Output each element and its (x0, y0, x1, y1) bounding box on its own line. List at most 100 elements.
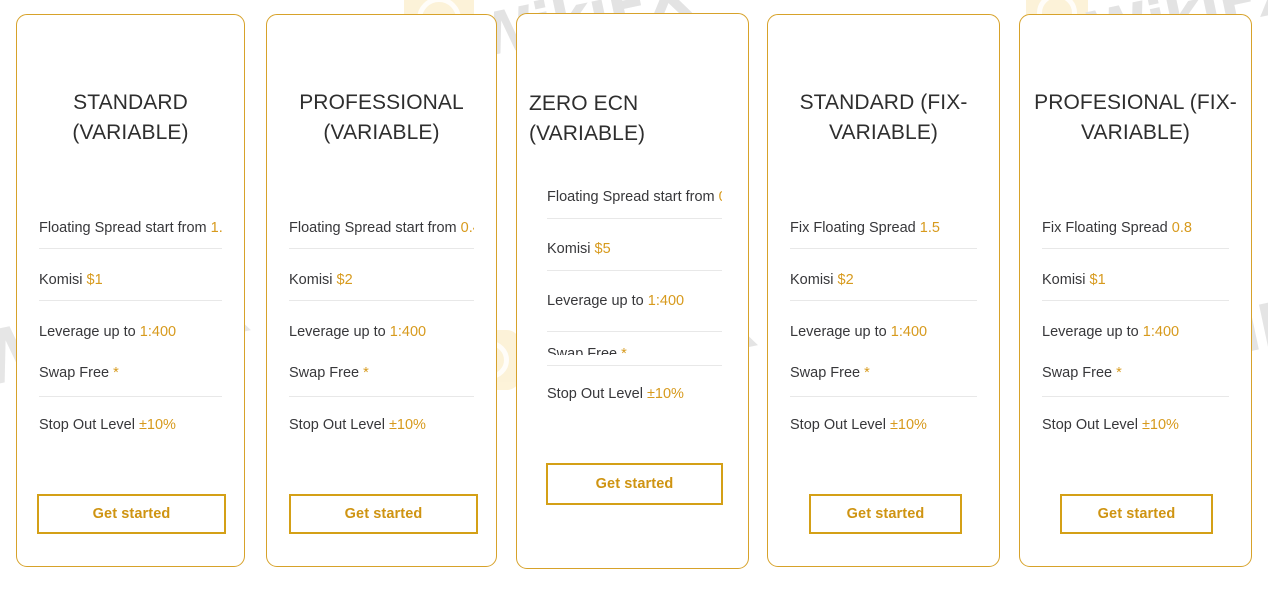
pricing-feature-row: Komisi $1 (39, 270, 222, 290)
pricing-card-title: ZERO ECN (VARIABLE) (529, 92, 646, 145)
pricing-feature-asterisk: * (864, 365, 870, 381)
pricing-feature-divider (289, 300, 474, 301)
pricing-feature-asterisk: * (113, 365, 119, 381)
pricing-feature-label: Leverage up to (1042, 324, 1139, 340)
pricing-feature-label: Stop Out Level (39, 417, 135, 433)
pricing-feature-divider (547, 270, 722, 271)
pricing-feature-row: Komisi $5 (547, 239, 722, 259)
pricing-feature-row: Swap Free * (547, 344, 722, 355)
pricing-feature-label: Swap Free (1042, 365, 1113, 381)
get-started-button[interactable]: Get started (809, 494, 962, 534)
pricing-card-body: STANDARD (FIX-VARIABLE) Fix Floating Spre… (768, 15, 999, 566)
pricing-feature-row: Stop Out Level ±10% (547, 384, 722, 404)
pricing-feature-row: Stop Out Level ±10% (790, 415, 977, 435)
pricing-card-title: STANDARD (FIX-VARIABLE) (799, 91, 968, 144)
pricing-feature-label: Swap Free (790, 365, 861, 381)
pricing-card-body: PROFESIONAL (FIX-VARIABLE) Fix Floating S… (1020, 15, 1251, 566)
pricing-feature-value: ±10% (388, 417, 426, 433)
pricing-feature-value: 0 (719, 189, 722, 205)
pricing-feature-row: Stop Out Level ±10% (1042, 415, 1229, 435)
pricing-cards-container: STANDARD (VARIABLE) Floating Spread start… (0, 0, 1268, 593)
pricing-feature-label: Swap Free (289, 365, 360, 381)
pricing-feature-label: Komisi (39, 272, 83, 288)
pricing-feature-value: 1:400 (1142, 324, 1180, 340)
pricing-feature-row: Leverage up to 1:400 (1042, 322, 1229, 342)
pricing-feature-row: Komisi $2 (289, 270, 474, 290)
pricing-feature-row: Swap Free * (289, 363, 474, 383)
pricing-feature-value: ±10% (889, 417, 927, 433)
pricing-feature-row: Stop Out Level ±10% (39, 415, 222, 435)
pricing-feature-label: Floating Spread start from (39, 220, 207, 236)
pricing-feature-label: Floating Spread start from (289, 220, 457, 236)
pricing-feature-label: Leverage up to (547, 293, 644, 309)
pricing-feature-value: ±10% (138, 417, 176, 433)
pricing-feature-row: Leverage up to 1:400 (547, 291, 722, 311)
get-started-button[interactable]: Get started (546, 463, 723, 505)
pricing-card-body: ZERO ECN (VARIABLE) Floating Spread start… (517, 14, 748, 568)
pricing-feature-divider (790, 248, 977, 249)
pricing-feature-divider (39, 300, 222, 301)
pricing-card: PROFESSIONAL (VARIABLE) Floating Spread s… (266, 14, 497, 567)
pricing-feature-row: Leverage up to 1:400 (39, 322, 222, 342)
pricing-feature-row: Leverage up to 1:400 (289, 322, 474, 342)
pricing-feature-row: Komisi $2 (790, 270, 977, 290)
pricing-feature-divider (547, 331, 722, 332)
pricing-feature-value: $5 (594, 241, 611, 257)
pricing-feature-value: ±10% (1141, 417, 1179, 433)
pricing-feature-label: Komisi (547, 241, 591, 257)
pricing-feature-label: Stop Out Level (790, 417, 886, 433)
pricing-feature-label: Swap Free (547, 346, 618, 355)
pricing-feature-divider (790, 396, 977, 397)
pricing-feature-label: Fix Floating Spread (1042, 220, 1168, 236)
pricing-card-title: PROFESIONAL (FIX-VARIABLE) (1034, 91, 1237, 144)
pricing-card-title: STANDARD (VARIABLE) (72, 91, 189, 144)
pricing-feature-row: Fix Floating Spread 1.5 (790, 218, 977, 238)
pricing-feature-value: $2 (837, 272, 854, 288)
get-started-button[interactable]: Get started (1060, 494, 1213, 534)
pricing-feature-label: Stop Out Level (547, 386, 643, 402)
pricing-feature-label: Komisi (790, 272, 834, 288)
pricing-card: STANDARD (FIX-VARIABLE) Fix Floating Spre… (767, 14, 1000, 567)
pricing-feature-divider (1042, 248, 1229, 249)
pricing-feature-row: Swap Free * (790, 363, 977, 383)
pricing-feature-label: Swap Free (39, 365, 110, 381)
pricing-card: PROFESIONAL (FIX-VARIABLE) Fix Floating S… (1019, 14, 1252, 567)
pricing-feature-divider (547, 218, 722, 219)
pricing-feature-value: 1.5 (919, 220, 940, 236)
pricing-feature-label: Komisi (289, 272, 333, 288)
pricing-feature-value: 1.2 (210, 220, 222, 236)
pricing-feature-value: 0.4 (460, 220, 474, 236)
pricing-card-body: STANDARD (VARIABLE) Floating Spread start… (17, 15, 244, 566)
pricing-card-title: PROFESSIONAL (VARIABLE) (299, 91, 464, 144)
pricing-feature-value: $2 (336, 272, 353, 288)
pricing-feature-value: 1:400 (389, 324, 427, 340)
pricing-feature-value: 1:400 (647, 293, 685, 309)
pricing-feature-value: $1 (86, 272, 103, 288)
pricing-feature-row: Floating Spread start from 0.4 (289, 218, 474, 238)
pricing-feature-divider (1042, 300, 1229, 301)
pricing-feature-divider (1042, 396, 1229, 397)
pricing-feature-label: Komisi (1042, 272, 1086, 288)
pricing-feature-label: Leverage up to (289, 324, 386, 340)
pricing-feature-divider (547, 365, 722, 366)
pricing-card: ZERO ECN (VARIABLE) Floating Spread start… (516, 13, 749, 569)
pricing-feature-row: Stop Out Level ±10% (289, 415, 474, 435)
pricing-feature-row: Floating Spread start from 0 (547, 187, 722, 207)
pricing-feature-row: Komisi $1 (1042, 270, 1229, 290)
pricing-feature-label: Stop Out Level (289, 417, 385, 433)
pricing-card: STANDARD (VARIABLE) Floating Spread start… (16, 14, 245, 567)
pricing-feature-label: Leverage up to (790, 324, 887, 340)
pricing-feature-label: Stop Out Level (1042, 417, 1138, 433)
pricing-card-body: PROFESSIONAL (VARIABLE) Floating Spread s… (267, 15, 496, 566)
get-started-button[interactable]: Get started (37, 494, 226, 534)
pricing-feature-divider (39, 396, 222, 397)
pricing-feature-value: ±10% (646, 386, 684, 402)
pricing-feature-divider (289, 248, 474, 249)
pricing-feature-value: $1 (1089, 272, 1106, 288)
pricing-feature-row: Swap Free * (1042, 363, 1229, 383)
pricing-feature-divider (39, 248, 222, 249)
pricing-feature-value: 1:400 (890, 324, 928, 340)
pricing-feature-label: Floating Spread start from (547, 189, 715, 205)
get-started-button[interactable]: Get started (289, 494, 478, 534)
pricing-feature-divider (790, 300, 977, 301)
